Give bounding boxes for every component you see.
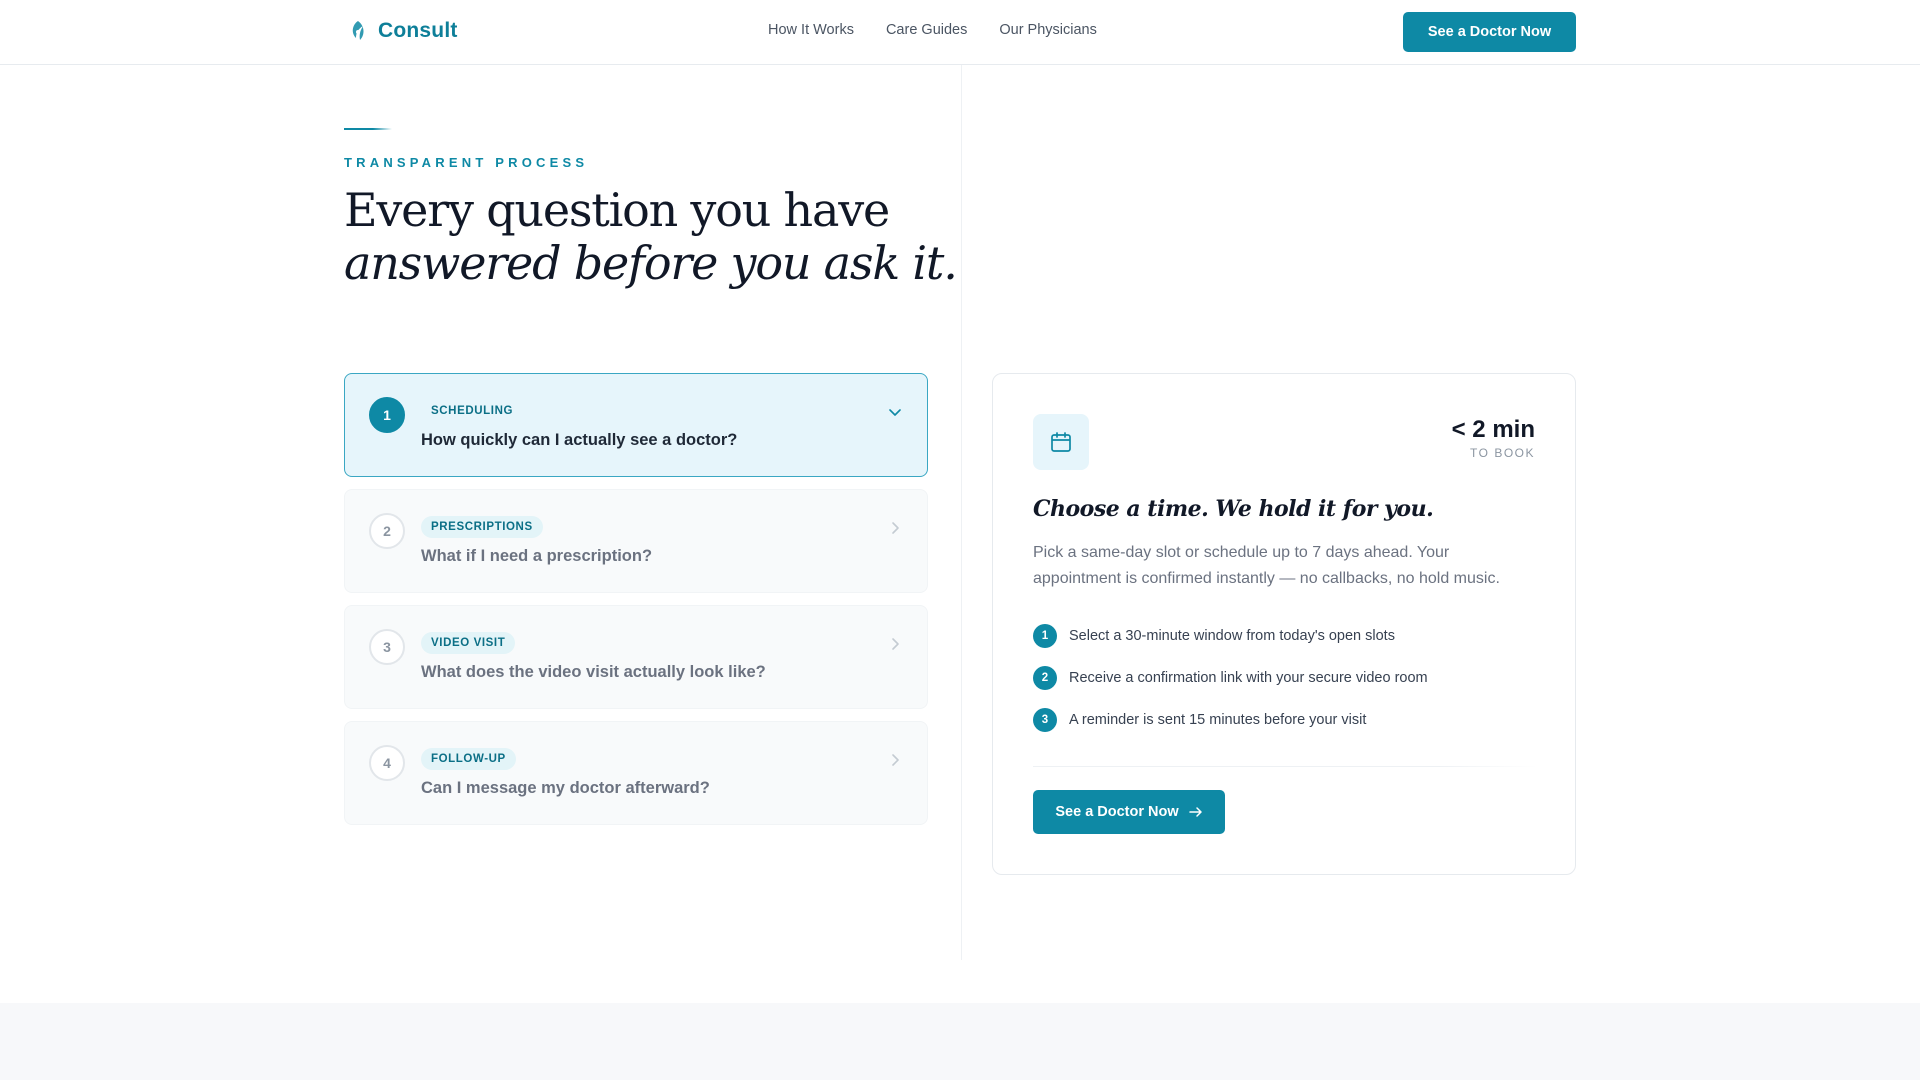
faq-number: 2 — [369, 513, 405, 549]
card-see-doctor-button[interactable]: See a Doctor Now — [1033, 790, 1225, 834]
arrow-right-icon — [1188, 807, 1202, 817]
leaf-logo-icon — [352, 21, 364, 40]
faq-number: 4 — [369, 745, 405, 781]
headline-line-2: answered before you ask it. — [344, 236, 958, 290]
column-divider — [961, 65, 962, 960]
faq-question: Can I message my doctor afterward? — [421, 779, 710, 797]
faq-tag: FOLLOW-UP — [421, 748, 516, 770]
list-item: 3 A reminder is sent 15 minutes before y… — [1033, 708, 1428, 732]
card-cta-label: See a Doctor Now — [1055, 804, 1179, 820]
calendar-icon-box — [1033, 414, 1089, 470]
faq-number: 1 — [369, 397, 405, 433]
section-eyebrow: TRANSPARENT PROCESS — [344, 155, 589, 170]
step-text: A reminder is sent 15 minutes before you… — [1069, 712, 1367, 728]
brand-name: Consult — [378, 19, 458, 42]
step-text: Select a 30-minute window from today's o… — [1069, 628, 1395, 644]
step-number: 3 — [1033, 708, 1057, 732]
stat-value: < 2 min — [1451, 416, 1535, 443]
faq-question: What if I need a prescription? — [421, 547, 653, 565]
card-description: Pick a same-day slot or schedule up to 7… — [1033, 544, 1500, 587]
chevron-right-icon — [892, 754, 899, 766]
faq-item-scheduling[interactable]: 1 SCHEDULING How quickly can I actually … — [344, 373, 928, 477]
chevron-down-icon — [889, 409, 901, 416]
step-text: Receive a confirmation link with your se… — [1069, 670, 1428, 686]
step-number: 1 — [1033, 624, 1057, 648]
answer-detail-card: < 2 min TO BOOK Choose a time. We hold i… — [992, 373, 1576, 875]
nav-how-it-works[interactable]: How It Works — [768, 22, 854, 38]
faq-item-video-visit[interactable]: 3 VIDEO VISIT What does the video visit … — [344, 605, 928, 709]
nav-care-guides[interactable]: Care Guides — [886, 22, 967, 38]
faq-number: 3 — [369, 629, 405, 665]
section-headline: Every question you have answered before … — [344, 183, 958, 290]
site-header: Consult How It Works Care Guides Our Phy… — [0, 0, 1920, 65]
faq-question: How quickly can I actually see a doctor? — [421, 431, 738, 449]
calendar-icon — [1051, 432, 1071, 452]
headline-line-1: Every question you have — [344, 183, 890, 237]
brand-logo[interactable]: Consult — [348, 19, 458, 43]
list-item: 1 Select a 30-minute window from today's… — [1033, 624, 1428, 648]
stat-label: TO BOOK — [1470, 446, 1535, 460]
faq-tag: PRESCRIPTIONS — [421, 516, 543, 538]
faq-item-follow-up[interactable]: 4 FOLLOW-UP Can I message my doctor afte… — [344, 721, 928, 825]
card-divider — [1033, 766, 1537, 767]
card-title: Choose a time. We hold it for you. — [1033, 496, 1434, 522]
footer-band — [0, 1003, 1920, 1080]
list-item: 2 Receive a confirmation link with your … — [1033, 666, 1428, 690]
main-nav: How It Works Care Guides Our Physicians — [768, 22, 1097, 38]
chevron-right-icon — [892, 522, 899, 534]
booking-steps-list: 1 Select a 30-minute window from today's… — [1033, 624, 1428, 750]
faq-item-prescriptions[interactable]: 2 PRESCRIPTIONS What if I need a prescri… — [344, 489, 928, 593]
faq-question: What does the video visit actually look … — [421, 663, 766, 681]
faq-accordion: 1 SCHEDULING How quickly can I actually … — [344, 373, 928, 837]
chevron-right-icon — [892, 638, 899, 650]
step-number: 2 — [1033, 666, 1057, 690]
nav-our-physicians[interactable]: Our Physicians — [999, 22, 1097, 38]
faq-tag: SCHEDULING — [431, 405, 514, 417]
header-see-doctor-button[interactable]: See a Doctor Now — [1403, 12, 1576, 52]
accent-line — [344, 128, 392, 130]
faq-tag: VIDEO VISIT — [421, 632, 516, 654]
